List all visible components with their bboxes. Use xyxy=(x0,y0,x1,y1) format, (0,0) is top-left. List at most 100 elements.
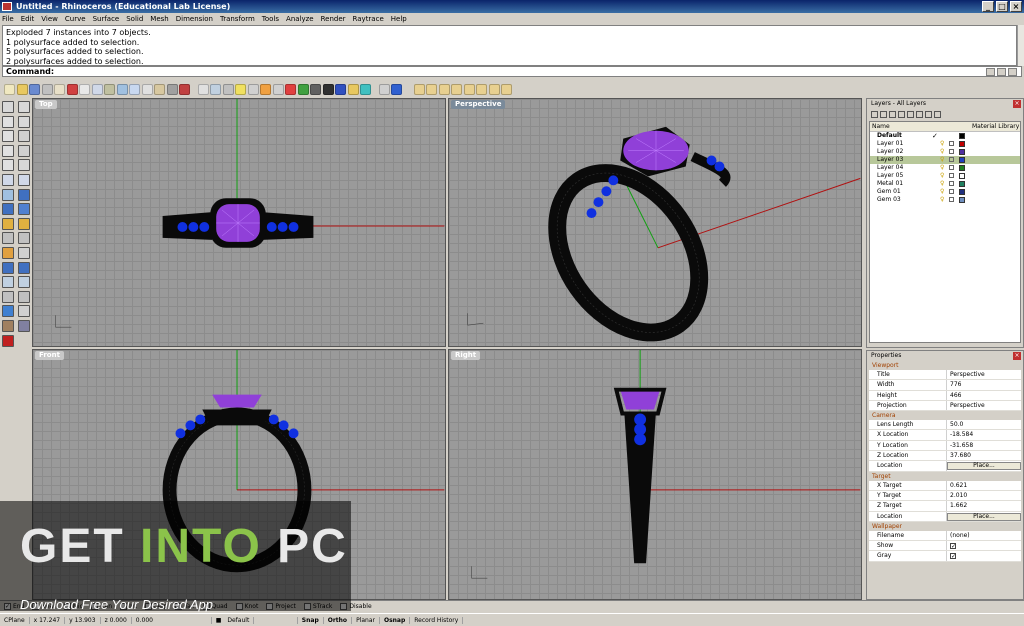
viewport-title-perspective[interactable]: Perspective xyxy=(451,100,506,109)
planar-toggle[interactable]: Planar xyxy=(352,616,380,624)
layer-lock-icon[interactable] xyxy=(949,189,954,194)
join-icon[interactable] xyxy=(2,261,14,274)
close-icon[interactable]: × xyxy=(1013,100,1021,108)
layer-row[interactable]: Layer 05 ♀ xyxy=(870,172,1020,180)
render-icon[interactable] xyxy=(413,83,425,95)
boolean-icon[interactable] xyxy=(18,217,30,230)
lock-icon[interactable] xyxy=(222,83,234,95)
trim-icon[interactable] xyxy=(18,246,30,259)
property-value[interactable]: -31.658 xyxy=(947,441,1021,450)
group-icon[interactable] xyxy=(2,290,14,303)
move-down-icon[interactable] xyxy=(907,111,914,118)
layer-lock-icon[interactable] xyxy=(949,173,954,178)
layer-lock-icon[interactable] xyxy=(949,141,954,146)
rectangle-icon[interactable] xyxy=(18,130,30,143)
layer-color-swatch[interactable] xyxy=(959,157,965,163)
transform-icon[interactable] xyxy=(2,232,14,245)
rendered-icon[interactable] xyxy=(297,83,309,95)
layer-row[interactable]: Layer 04 ♀ xyxy=(870,164,1020,172)
layer-visible-bulb-icon[interactable]: ♀ xyxy=(940,172,944,180)
layer-lock-icon[interactable] xyxy=(949,165,954,170)
property-value[interactable]: 1.662 xyxy=(947,501,1021,510)
column-material[interactable]: Material Library xyxy=(972,122,1019,131)
undo-icon[interactable] xyxy=(104,83,115,95)
tag-icon[interactable] xyxy=(488,83,500,95)
curvature-icon[interactable] xyxy=(18,305,30,318)
gray-checkbox[interactable]: ✓ xyxy=(950,553,956,560)
history-scrollbar[interactable] xyxy=(1017,25,1024,66)
layer-lock-icon[interactable] xyxy=(949,149,954,154)
layer-color-swatch[interactable] xyxy=(959,189,965,195)
zoom-extents-icon[interactable] xyxy=(166,83,178,95)
circle-icon[interactable] xyxy=(2,144,14,157)
layer-row[interactable]: Layer 02 ♀ xyxy=(870,148,1020,156)
sun-icon[interactable] xyxy=(463,83,475,95)
layer-lock-icon[interactable] xyxy=(949,197,954,202)
save-icon[interactable] xyxy=(29,83,40,95)
ground-icon[interactable] xyxy=(476,83,487,95)
ungroup-icon[interactable] xyxy=(18,290,30,303)
layer-row[interactable]: Default ✓ xyxy=(870,132,1020,140)
menu-help[interactable]: Help xyxy=(391,15,407,23)
column-name[interactable]: Name xyxy=(872,122,972,131)
viewport-right[interactable]: Right xyxy=(448,349,862,600)
menu-dimension[interactable]: Dimension xyxy=(176,15,213,23)
menu-solid[interactable]: Solid xyxy=(126,15,143,23)
help2-icon[interactable] xyxy=(501,83,512,95)
layer-color-swatch[interactable] xyxy=(959,141,965,147)
property-value[interactable]: 2.010 xyxy=(947,491,1021,500)
zoom-window-icon[interactable] xyxy=(154,83,165,95)
layer-visible-bulb-icon[interactable]: ♀ xyxy=(940,148,944,156)
layer-visible-bulb-icon[interactable]: ♀ xyxy=(940,164,944,172)
arc-icon[interactable] xyxy=(18,144,30,157)
place-button[interactable]: Place... xyxy=(947,462,1021,471)
menu-transform[interactable]: Transform xyxy=(220,15,255,23)
array-icon[interactable] xyxy=(18,232,30,245)
paste-icon[interactable] xyxy=(91,83,103,95)
ruby-icon[interactable] xyxy=(2,334,14,347)
record-history-toggle[interactable]: Record History xyxy=(410,616,464,624)
fillet-icon[interactable] xyxy=(2,173,14,186)
viewport-perspective[interactable]: Perspective xyxy=(448,98,862,347)
new-icon[interactable] xyxy=(4,83,15,95)
layer-row[interactable]: Gem 01 ♀ xyxy=(870,188,1020,196)
layer-color-swatch[interactable] xyxy=(959,181,965,187)
close-icon[interactable]: × xyxy=(1013,352,1021,360)
show-checkbox[interactable]: ✓ xyxy=(950,543,956,550)
xray-icon[interactable] xyxy=(322,83,334,95)
viewport-title-front[interactable]: Front xyxy=(35,351,64,360)
hide-icon[interactable] xyxy=(197,83,209,95)
delete-layer-icon[interactable] xyxy=(889,111,896,118)
material-icon[interactable] xyxy=(260,83,271,95)
layer-visible-bulb-icon[interactable]: ♀ xyxy=(940,156,944,164)
select-icon[interactable] xyxy=(2,101,14,113)
layer-row[interactable]: Gem 03 ♀ xyxy=(870,196,1020,204)
filter-icon[interactable] xyxy=(916,111,923,118)
menu-tools[interactable]: Tools xyxy=(262,15,279,23)
layer-color-swatch[interactable] xyxy=(959,149,965,155)
layer-lock-icon[interactable] xyxy=(949,157,954,162)
place-button[interactable]: Place... xyxy=(947,512,1021,521)
menu-view[interactable]: View xyxy=(41,15,58,23)
cut-icon[interactable] xyxy=(66,83,78,95)
point-icon[interactable] xyxy=(2,115,14,128)
menu-edit[interactable]: Edit xyxy=(21,15,35,23)
pan-icon[interactable] xyxy=(116,83,128,95)
material-icon[interactable] xyxy=(18,319,30,332)
layer-row[interactable]: Layer 01 ♀ xyxy=(870,140,1020,148)
command-line[interactable]: Command: xyxy=(2,66,1022,77)
rotate-icon[interactable] xyxy=(129,83,140,95)
osnap-icon[interactable] xyxy=(347,83,359,95)
analyze-icon[interactable] xyxy=(2,305,14,318)
menu-curve[interactable]: Curve xyxy=(65,15,86,23)
status-layer[interactable]: ■ Default xyxy=(212,616,298,624)
viewport-title-right[interactable]: Right xyxy=(451,351,481,360)
dimension-icon[interactable] xyxy=(2,276,14,289)
move-up-icon[interactable] xyxy=(898,111,905,118)
copy-icon[interactable] xyxy=(79,83,90,95)
close-button[interactable]: × xyxy=(1010,1,1022,12)
new-layer-icon[interactable] xyxy=(871,111,878,118)
gumball-icon[interactable] xyxy=(360,83,371,95)
shaded-icon[interactable] xyxy=(285,83,296,95)
property-value[interactable]: 466 xyxy=(947,391,1021,400)
